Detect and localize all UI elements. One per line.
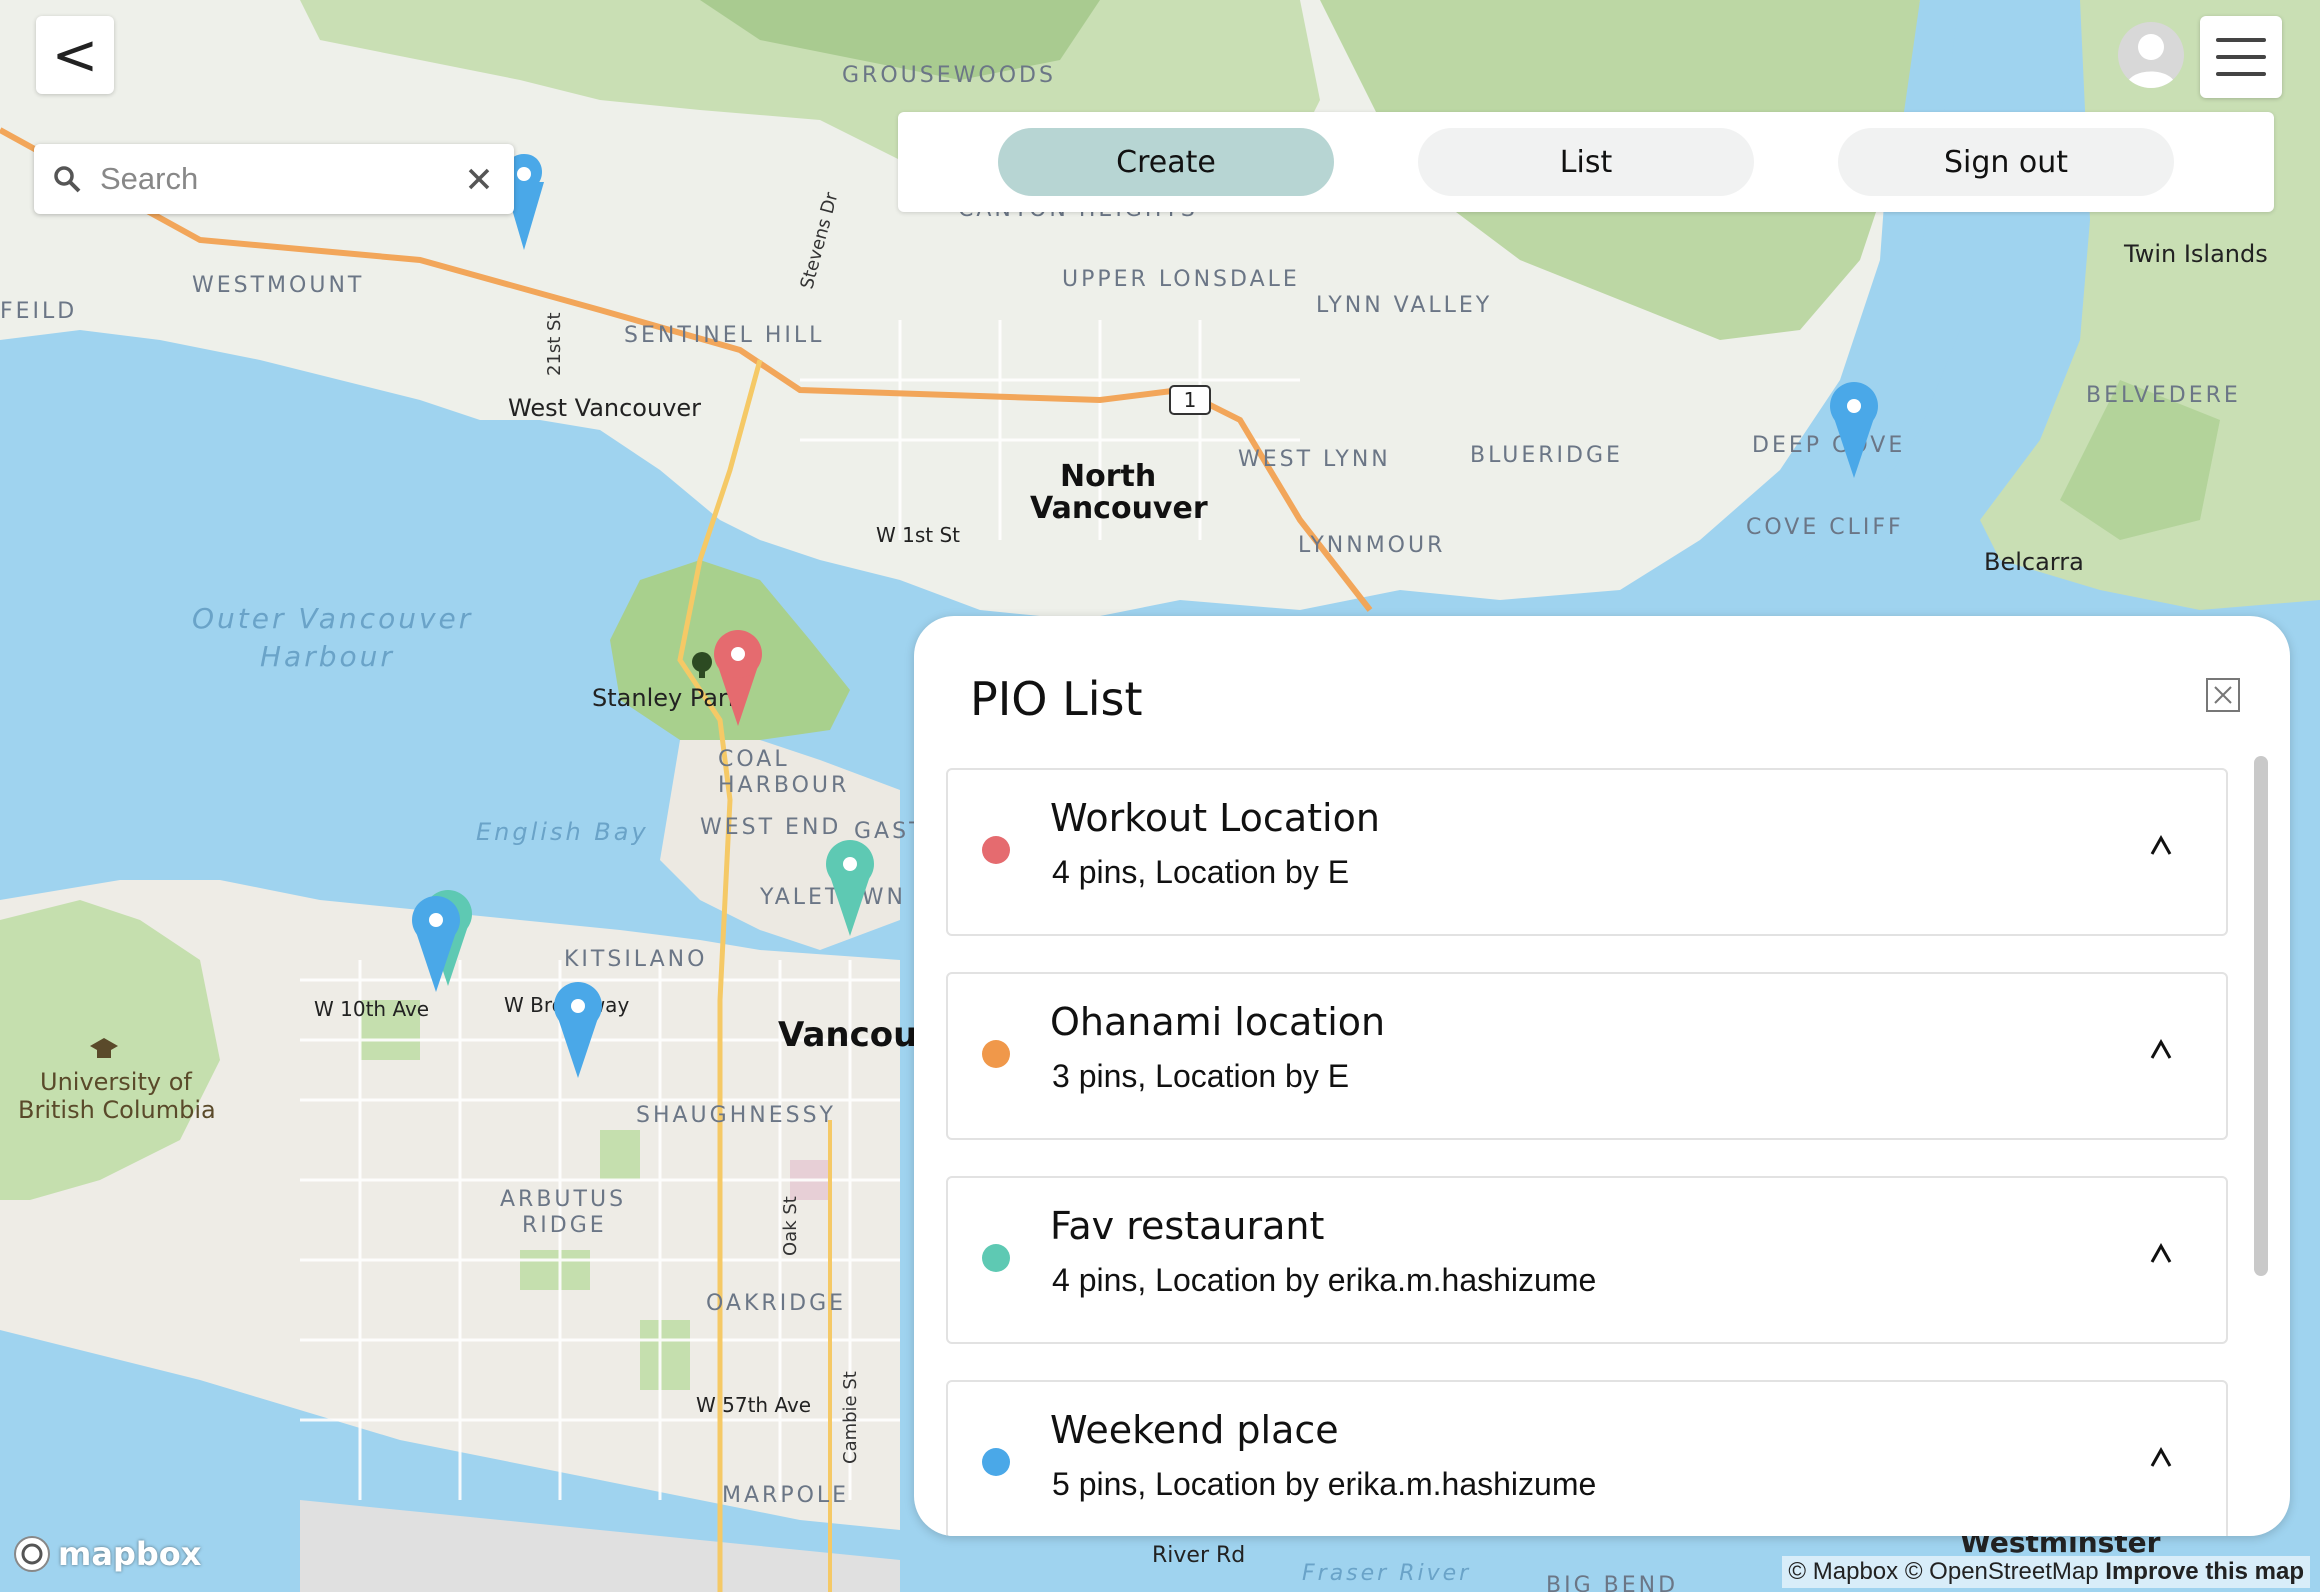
- label-westmount: WESTMOUNT: [192, 273, 364, 298]
- mapbox-logo-text: mapbox: [58, 1535, 202, 1573]
- label-cambie: Cambie St: [840, 1371, 861, 1464]
- label-oak-st: Oak St: [780, 1196, 801, 1256]
- list-item[interactable]: Workout Location 4 pins, Location by E: [946, 768, 2228, 936]
- label-outer-harbour-1: Outer Vancouver: [192, 602, 473, 635]
- color-dot-icon: [982, 1244, 1010, 1272]
- list-item-meta: 5 pins, Location by erika.m.hashizume: [1052, 1466, 1597, 1502]
- label-stanley-park: Stanley Park: [592, 684, 742, 712]
- menu-button[interactable]: [2200, 16, 2282, 98]
- search-input[interactable]: [98, 160, 442, 198]
- label-fraser-river: Fraser River: [1302, 1561, 1471, 1586]
- label-river-rd: River Rd: [1152, 1543, 1245, 1568]
- color-dot-icon: [982, 1040, 1010, 1068]
- back-button[interactable]: <: [36, 16, 114, 94]
- mapbox-logo[interactable]: mapbox: [12, 1534, 201, 1574]
- label-deep-cove: DEEP COVE: [1752, 433, 1905, 458]
- pio-list: Workout Location 4 pins, Location by E Oha…: [946, 768, 2228, 1536]
- chevron-up-icon[interactable]: [2146, 832, 2176, 862]
- list-item[interactable]: Fav restaurant 4 pins, Location by erika.…: [946, 1176, 2228, 1344]
- label-lynnmour: LYNNMOUR: [1298, 533, 1445, 558]
- label-w57th: W 57th Ave: [696, 1393, 811, 1417]
- avatar[interactable]: [2118, 22, 2184, 88]
- panel-title: PIO List: [970, 672, 1143, 726]
- label-arbutus-1: ARBUTUS: [500, 1187, 626, 1212]
- improve-map-link[interactable]: Improve this map: [2105, 1558, 2304, 1585]
- list-item-name: Fav restaurant: [1050, 1204, 1325, 1248]
- label-w10th: W 10th Ave: [314, 997, 429, 1021]
- attrib-mapbox[interactable]: © Mapbox: [1788, 1558, 1898, 1585]
- list-item-meta: 4 pins, Location by erika.m.hashizume: [1052, 1262, 1597, 1298]
- user-icon: [2126, 34, 2176, 88]
- pio-list-panel: PIO List Workout Location 4 pins, Locatio…: [914, 616, 2290, 1536]
- color-dot-icon: [982, 1448, 1010, 1476]
- label-sentinel-hill: SENTINEL HILL: [624, 323, 824, 348]
- chevron-up-icon[interactable]: [2146, 1444, 2176, 1474]
- list-item[interactable]: Weekend place 5 pins, Location by erika.m…: [946, 1380, 2228, 1536]
- panel-close-button[interactable]: [2206, 678, 2240, 712]
- chevron-up-icon[interactable]: [2146, 1240, 2176, 1270]
- label-blueridge: BLUERIDGE: [1470, 443, 1623, 468]
- chevron-up-icon[interactable]: [2146, 1036, 2176, 1066]
- list-item[interactable]: Ohanami location 3 pins, Location by E: [946, 972, 2228, 1140]
- list-item-meta: 3 pins, Location by E: [1052, 1058, 1350, 1094]
- hamburger-icon: [2216, 38, 2266, 42]
- label-north-vancouver-2: Vancouver: [1030, 491, 1208, 526]
- label-feild: FEILD: [0, 299, 77, 324]
- label-big-bend: BIG BEND: [1546, 1573, 1678, 1592]
- list-button[interactable]: List: [1418, 128, 1754, 196]
- attrib-osm[interactable]: © OpenStreetMap: [1905, 1558, 2099, 1585]
- label-west-end: WEST END: [700, 815, 841, 840]
- top-nav: Create List Sign out: [898, 112, 2274, 212]
- label-cove-cliff: COVE CLIFF: [1746, 515, 1904, 540]
- scroll-thumb[interactable]: [2254, 756, 2268, 1276]
- label-ubc-1: University of: [40, 1068, 192, 1096]
- list-item-name: Workout Location: [1050, 796, 1380, 840]
- search-icon: [54, 166, 81, 193]
- scrollbar[interactable]: [2250, 756, 2272, 1496]
- label-kitsilano: KITSILANO: [564, 947, 707, 972]
- label-lynn-valley: LYNN VALLEY: [1316, 293, 1492, 318]
- close-icon[interactable]: [460, 160, 498, 198]
- label-north-vancouver-1: North: [1060, 459, 1156, 494]
- mapbox-icon: [14, 1536, 50, 1572]
- label-west-vancouver: West Vancouver: [508, 394, 701, 422]
- label-twin-islands: Twin Islands: [2123, 240, 2268, 268]
- sign-out-button[interactable]: Sign out: [1838, 128, 2174, 196]
- label-coal-harbour-1: COAL: [718, 747, 790, 772]
- hwy-1-shield: 1: [1184, 388, 1197, 412]
- color-dot-icon: [982, 836, 1010, 864]
- label-west-lynn: WEST LYNN: [1238, 447, 1391, 472]
- label-upper-lonsdale: UPPER LONSDALE: [1062, 267, 1300, 292]
- create-button[interactable]: Create: [998, 128, 1334, 196]
- label-english-bay: English Bay: [476, 818, 649, 846]
- label-yaletown: YALETOWN: [759, 885, 906, 910]
- label-oakridge: OAKRIDGE: [706, 1291, 846, 1316]
- label-shaughnessy: SHAUGHNESSY: [636, 1103, 836, 1128]
- label-21st: 21st St: [544, 312, 565, 376]
- label-arbutus-2: RIDGE: [522, 1213, 607, 1238]
- label-ubc-2: British Columbia: [18, 1096, 216, 1124]
- close-icon: [2214, 686, 2232, 704]
- label-belvedere: BELVEDERE: [2086, 383, 2241, 408]
- list-item-name: Ohanami location: [1050, 1000, 1386, 1044]
- map-attribution: © Mapbox © OpenStreetMap Improve this ma…: [1782, 1556, 2310, 1588]
- list-item-name: Weekend place: [1050, 1408, 1339, 1452]
- label-belcarra: Belcarra: [1984, 548, 2084, 576]
- label-outer-harbour-2: Harbour: [260, 640, 395, 673]
- search-box[interactable]: [34, 144, 514, 214]
- label-w1st: W 1st St: [876, 523, 960, 547]
- label-marpole: MARPOLE: [722, 1483, 849, 1508]
- label-grousewoods: GROUSEWOODS: [842, 63, 1056, 88]
- label-coal-harbour-2: HARBOUR: [718, 773, 849, 798]
- list-item-meta: 4 pins, Location by E: [1052, 854, 1350, 890]
